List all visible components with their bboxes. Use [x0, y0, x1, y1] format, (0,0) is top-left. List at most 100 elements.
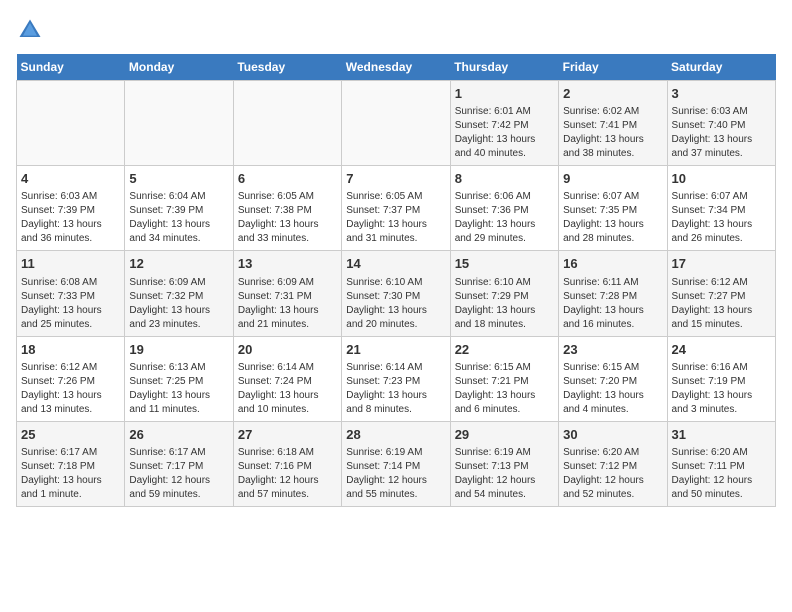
day-header-sunday: Sunday — [17, 54, 125, 81]
calendar-cell: 16 Sunrise: 6:11 AM Sunset: 7:28 PM Dayli… — [559, 251, 667, 336]
logo-icon — [16, 16, 44, 44]
day-info: Sunrise: 6:10 AM Sunset: 7:30 PM Dayligh… — [346, 276, 445, 332]
calendar-week-row: 25 Sunrise: 6:17 AM Sunset: 7:18 PM Dayli… — [17, 421, 776, 506]
day-number: 2 — [563, 85, 662, 103]
calendar-table: SundayMondayTuesdayWednesdayThursdayFrid… — [16, 54, 776, 507]
day-info: Sunrise: 6:02 AM Sunset: 7:41 PM Dayligh… — [563, 105, 662, 161]
calendar-cell: 6 Sunrise: 6:05 AM Sunset: 7:38 PM Daylig… — [233, 166, 341, 251]
calendar-cell: 4Sunrise: 6:03 AM Sunset: 7:39 PM Daylig… — [17, 166, 125, 251]
day-info: Sunrise: 6:07 AM Sunset: 7:34 PM Dayligh… — [672, 190, 771, 246]
calendar-cell: 19 Sunrise: 6:13 AM Sunset: 7:25 PM Dayli… — [125, 336, 233, 421]
day-number: 3 — [672, 85, 771, 103]
day-number: 9 — [563, 170, 662, 188]
calendar-week-row: 18Sunrise: 6:12 AM Sunset: 7:26 PM Dayli… — [17, 336, 776, 421]
calendar-cell: 1 Sunrise: 6:01 AM Sunset: 7:42 PM Daylig… — [450, 81, 558, 166]
logo — [16, 16, 48, 44]
day-number: 26 — [129, 426, 228, 444]
calendar-cell — [125, 81, 233, 166]
day-number: 25 — [21, 426, 120, 444]
calendar-week-row: 11 Sunrise: 6:08 AM Sunset: 7:33 PM Dayli… — [17, 251, 776, 336]
day-info: Sunrise: 6:17 AM Sunset: 7:18 PM Dayligh… — [21, 446, 120, 502]
calendar-cell — [233, 81, 341, 166]
day-info: Sunrise: 6:01 AM Sunset: 7:42 PM Dayligh… — [455, 105, 554, 161]
day-number: 19 — [129, 341, 228, 359]
day-number: 18 — [21, 341, 120, 359]
calendar-cell: 31 Sunrise: 6:20 AM Sunset: 7:11 PM Dayli… — [667, 421, 775, 506]
day-number: 5 — [129, 170, 228, 188]
calendar-cell: 5Sunrise: 6:04 AM Sunset: 7:39 PM Daylig… — [125, 166, 233, 251]
day-info: Sunrise: 6:14 AM Sunset: 7:23 PM Dayligh… — [346, 361, 445, 417]
day-info: Sunrise: 6:06 AM Sunset: 7:36 PM Dayligh… — [455, 190, 554, 246]
day-number: 16 — [563, 255, 662, 273]
day-number: 13 — [238, 255, 337, 273]
day-number: 21 — [346, 341, 445, 359]
calendar-cell: 20 Sunrise: 6:14 AM Sunset: 7:24 PM Dayli… — [233, 336, 341, 421]
calendar-cell: 2 Sunrise: 6:02 AM Sunset: 7:41 PM Daylig… — [559, 81, 667, 166]
day-header-wednesday: Wednesday — [342, 54, 450, 81]
day-info: Sunrise: 6:09 AM Sunset: 7:32 PM Dayligh… — [129, 276, 228, 332]
calendar-cell: 26Sunrise: 6:17 AM Sunset: 7:17 PM Dayli… — [125, 421, 233, 506]
calendar-cell: 18Sunrise: 6:12 AM Sunset: 7:26 PM Dayli… — [17, 336, 125, 421]
day-number: 28 — [346, 426, 445, 444]
day-info: Sunrise: 6:12 AM Sunset: 7:27 PM Dayligh… — [672, 276, 771, 332]
calendar-cell: 21 Sunrise: 6:14 AM Sunset: 7:23 PM Dayli… — [342, 336, 450, 421]
calendar-cell: 8Sunrise: 6:06 AM Sunset: 7:36 PM Daylig… — [450, 166, 558, 251]
day-number: 1 — [455, 85, 554, 103]
day-header-tuesday: Tuesday — [233, 54, 341, 81]
day-info: Sunrise: 6:11 AM Sunset: 7:28 PM Dayligh… — [563, 276, 662, 332]
calendar-cell: 14Sunrise: 6:10 AM Sunset: 7:30 PM Dayli… — [342, 251, 450, 336]
day-info: Sunrise: 6:14 AM Sunset: 7:24 PM Dayligh… — [238, 361, 337, 417]
day-number: 20 — [238, 341, 337, 359]
day-number: 11 — [21, 255, 120, 273]
day-info: Sunrise: 6:15 AM Sunset: 7:21 PM Dayligh… — [455, 361, 554, 417]
day-number: 12 — [129, 255, 228, 273]
day-number: 4 — [21, 170, 120, 188]
calendar-cell: 15 Sunrise: 6:10 AM Sunset: 7:29 PM Dayli… — [450, 251, 558, 336]
day-number: 10 — [672, 170, 771, 188]
day-number: 7 — [346, 170, 445, 188]
day-info: Sunrise: 6:18 AM Sunset: 7:16 PM Dayligh… — [238, 446, 337, 502]
day-info: Sunrise: 6:13 AM Sunset: 7:25 PM Dayligh… — [129, 361, 228, 417]
day-number: 23 — [563, 341, 662, 359]
day-info: Sunrise: 6:20 AM Sunset: 7:12 PM Dayligh… — [563, 446, 662, 502]
day-info: Sunrise: 6:20 AM Sunset: 7:11 PM Dayligh… — [672, 446, 771, 502]
calendar-cell: 24 Sunrise: 6:16 AM Sunset: 7:19 PM Dayli… — [667, 336, 775, 421]
day-info: Sunrise: 6:15 AM Sunset: 7:20 PM Dayligh… — [563, 361, 662, 417]
calendar-header-row: SundayMondayTuesdayWednesdayThursdayFrid… — [17, 54, 776, 81]
calendar-week-row: 4Sunrise: 6:03 AM Sunset: 7:39 PM Daylig… — [17, 166, 776, 251]
day-number: 24 — [672, 341, 771, 359]
day-number: 30 — [563, 426, 662, 444]
day-info: Sunrise: 6:03 AM Sunset: 7:40 PM Dayligh… — [672, 105, 771, 161]
day-number: 22 — [455, 341, 554, 359]
day-number: 31 — [672, 426, 771, 444]
calendar-week-row: 1 Sunrise: 6:01 AM Sunset: 7:42 PM Daylig… — [17, 81, 776, 166]
calendar-cell: 13 Sunrise: 6:09 AM Sunset: 7:31 PM Dayli… — [233, 251, 341, 336]
day-info: Sunrise: 6:08 AM Sunset: 7:33 PM Dayligh… — [21, 276, 120, 332]
day-info: Sunrise: 6:07 AM Sunset: 7:35 PM Dayligh… — [563, 190, 662, 246]
calendar-cell: 22 Sunrise: 6:15 AM Sunset: 7:21 PM Dayli… — [450, 336, 558, 421]
day-number: 27 — [238, 426, 337, 444]
day-number: 15 — [455, 255, 554, 273]
calendar-cell: 3 Sunrise: 6:03 AM Sunset: 7:40 PM Daylig… — [667, 81, 775, 166]
calendar-cell: 9 Sunrise: 6:07 AM Sunset: 7:35 PM Daylig… — [559, 166, 667, 251]
calendar-cell: 25 Sunrise: 6:17 AM Sunset: 7:18 PM Dayli… — [17, 421, 125, 506]
calendar-cell — [342, 81, 450, 166]
calendar-cell: 11 Sunrise: 6:08 AM Sunset: 7:33 PM Dayli… — [17, 251, 125, 336]
calendar-cell: 28 Sunrise: 6:19 AM Sunset: 7:14 PM Dayli… — [342, 421, 450, 506]
day-info: Sunrise: 6:19 AM Sunset: 7:14 PM Dayligh… — [346, 446, 445, 502]
day-info: Sunrise: 6:16 AM Sunset: 7:19 PM Dayligh… — [672, 361, 771, 417]
calendar-cell: 29Sunrise: 6:19 AM Sunset: 7:13 PM Dayli… — [450, 421, 558, 506]
day-header-friday: Friday — [559, 54, 667, 81]
page-header — [16, 16, 776, 44]
calendar-cell: 10 Sunrise: 6:07 AM Sunset: 7:34 PM Dayli… — [667, 166, 775, 251]
day-number: 6 — [238, 170, 337, 188]
day-info: Sunrise: 6:05 AM Sunset: 7:38 PM Dayligh… — [238, 190, 337, 246]
day-number: 17 — [672, 255, 771, 273]
calendar-cell: 12 Sunrise: 6:09 AM Sunset: 7:32 PM Dayli… — [125, 251, 233, 336]
day-header-thursday: Thursday — [450, 54, 558, 81]
day-info: Sunrise: 6:05 AM Sunset: 7:37 PM Dayligh… — [346, 190, 445, 246]
day-info: Sunrise: 6:09 AM Sunset: 7:31 PM Dayligh… — [238, 276, 337, 332]
calendar-cell: 30 Sunrise: 6:20 AM Sunset: 7:12 PM Dayli… — [559, 421, 667, 506]
day-header-saturday: Saturday — [667, 54, 775, 81]
day-info: Sunrise: 6:10 AM Sunset: 7:29 PM Dayligh… — [455, 276, 554, 332]
